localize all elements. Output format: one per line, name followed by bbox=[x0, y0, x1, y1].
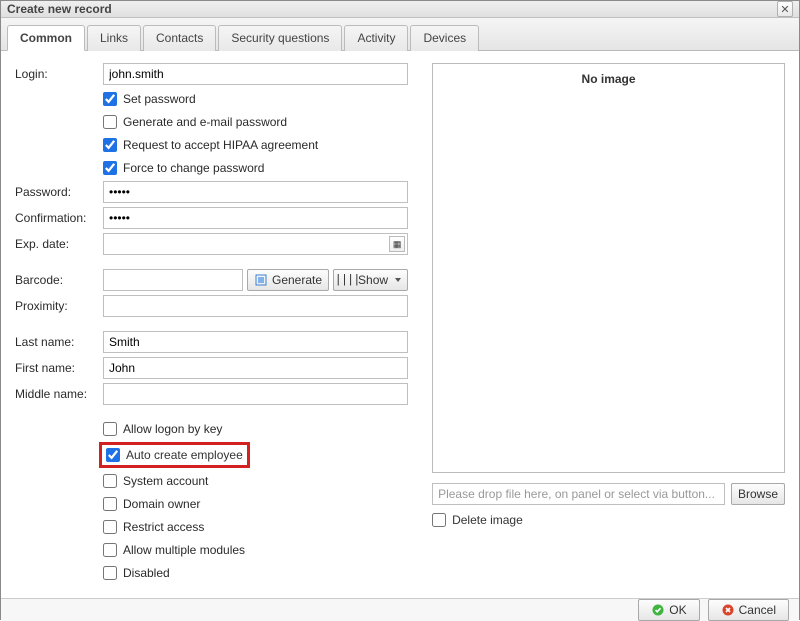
middle-name-input[interactable] bbox=[103, 383, 408, 405]
force-change-password-label: Force to change password bbox=[123, 161, 264, 175]
generate-email-password-checkbox[interactable] bbox=[103, 115, 117, 129]
tab-security-questions[interactable]: Security questions bbox=[218, 25, 342, 51]
window-title: Create new record bbox=[7, 2, 777, 16]
tab-devices[interactable]: Devices bbox=[410, 25, 479, 51]
allow-multiple-modules-label: Allow multiple modules bbox=[123, 543, 245, 557]
delete-image-checkbox[interactable] bbox=[432, 513, 446, 527]
ok-icon bbox=[651, 603, 665, 617]
login-input[interactable] bbox=[103, 63, 408, 85]
last-name-label: Last name: bbox=[15, 335, 103, 349]
system-account-label: System account bbox=[123, 474, 208, 488]
browse-button[interactable]: Browse bbox=[731, 483, 785, 505]
force-change-password-checkbox[interactable] bbox=[103, 161, 117, 175]
calendar-icon: ▦ bbox=[393, 239, 402, 250]
restrict-access-checkbox[interactable] bbox=[103, 520, 117, 534]
system-account-checkbox[interactable] bbox=[103, 474, 117, 488]
cancel-icon bbox=[721, 603, 735, 617]
generate-barcode-button[interactable]: Generate bbox=[247, 269, 329, 291]
generate-icon bbox=[254, 273, 268, 287]
calendar-picker-button[interactable]: ▦ bbox=[389, 236, 405, 252]
cancel-button[interactable]: Cancel bbox=[708, 599, 789, 621]
no-image-text: No image bbox=[582, 72, 636, 86]
login-label: Login: bbox=[15, 67, 103, 81]
tab-links[interactable]: Links bbox=[87, 25, 141, 51]
show-barcode-button[interactable]: |||| Show bbox=[333, 269, 408, 291]
auto-create-employee-label: Auto create employee bbox=[126, 448, 243, 462]
allow-logon-key-label: Allow logon by key bbox=[123, 422, 222, 436]
delete-image-label: Delete image bbox=[452, 513, 523, 527]
tab-common[interactable]: Common bbox=[7, 25, 85, 51]
tab-contacts[interactable]: Contacts bbox=[143, 25, 216, 51]
dialog-footer: OK Cancel bbox=[1, 598, 799, 621]
auto-create-employee-highlight: Auto create employee bbox=[99, 442, 250, 468]
proximity-label: Proximity: bbox=[15, 299, 103, 313]
ok-button-text: OK bbox=[669, 603, 686, 617]
hipaa-label: Request to accept HIPAA agreement bbox=[123, 138, 318, 152]
hipaa-checkbox[interactable] bbox=[103, 138, 117, 152]
close-button[interactable]: ✕ bbox=[777, 1, 793, 17]
password-input[interactable] bbox=[103, 181, 408, 203]
confirmation-input[interactable] bbox=[103, 207, 408, 229]
set-password-label: Set password bbox=[123, 92, 196, 106]
generate-button-text: Generate bbox=[272, 273, 322, 287]
proximity-input[interactable] bbox=[103, 295, 408, 317]
tab-strip: Common Links Contacts Security questions… bbox=[1, 18, 799, 51]
domain-owner-checkbox[interactable] bbox=[103, 497, 117, 511]
password-label: Password: bbox=[15, 185, 103, 199]
generate-email-password-label: Generate and e-mail password bbox=[123, 115, 287, 129]
confirmation-label: Confirmation: bbox=[15, 211, 103, 225]
middle-name-label: Middle name: bbox=[15, 387, 103, 401]
last-name-input[interactable] bbox=[103, 331, 408, 353]
cancel-button-text: Cancel bbox=[739, 603, 776, 617]
barcode-label: Barcode: bbox=[15, 273, 103, 287]
allow-logon-key-checkbox[interactable] bbox=[103, 422, 117, 436]
restrict-access-label: Restrict access bbox=[123, 520, 204, 534]
first-name-label: First name: bbox=[15, 361, 103, 375]
title-bar: Create new record ✕ bbox=[1, 1, 799, 18]
auto-create-employee-checkbox[interactable] bbox=[106, 448, 120, 462]
image-drop-panel[interactable]: No image bbox=[432, 63, 785, 473]
disabled-label: Disabled bbox=[123, 566, 170, 580]
set-password-checkbox[interactable] bbox=[103, 92, 117, 106]
first-name-input[interactable] bbox=[103, 357, 408, 379]
disabled-checkbox[interactable] bbox=[103, 566, 117, 580]
allow-multiple-modules-checkbox[interactable] bbox=[103, 543, 117, 557]
exp-date-label: Exp. date: bbox=[15, 237, 103, 251]
file-path-display: Please drop file here, on panel or selec… bbox=[432, 483, 725, 505]
tab-activity[interactable]: Activity bbox=[344, 25, 408, 51]
show-button-text: Show bbox=[358, 273, 388, 287]
close-icon: ✕ bbox=[780, 3, 789, 16]
barcode-icon: |||| bbox=[340, 273, 354, 287]
domain-owner-label: Domain owner bbox=[123, 497, 200, 511]
exp-date-input[interactable] bbox=[103, 233, 408, 255]
chevron-down-icon bbox=[395, 278, 401, 282]
barcode-input[interactable] bbox=[103, 269, 243, 291]
ok-button[interactable]: OK bbox=[638, 599, 699, 621]
